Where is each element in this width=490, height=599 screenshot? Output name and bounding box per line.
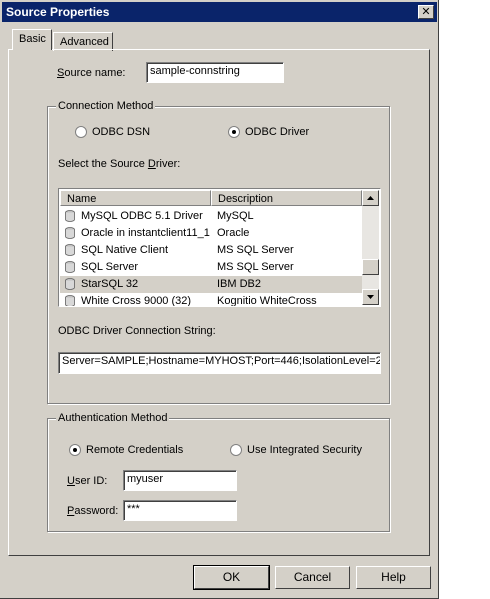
driver-name: Oracle in instantclient11_1 [81, 227, 210, 239]
odbc-dsn-radio[interactable] [75, 126, 87, 138]
connection-method-title: Connection Method [56, 100, 156, 112]
odbc-dsn-label: ODBC DSN [92, 126, 151, 138]
authentication-method-title: Authentication Method [56, 412, 170, 424]
column-header-description[interactable]: Description [211, 190, 362, 206]
driver-description: MS SQL Server [217, 261, 294, 273]
odbc-driver-radio[interactable] [228, 126, 240, 138]
driver-description: IBM DB2 [217, 278, 262, 290]
database-icon [65, 227, 75, 239]
list-item[interactable]: SQL Server MS SQL Server [60, 259, 362, 276]
database-icon [65, 261, 75, 273]
select-driver-label: Select the Source Driver: [58, 158, 181, 170]
ok-button[interactable]: OK [193, 565, 270, 590]
driver-name: White Cross 9000 (32) [81, 295, 192, 307]
scroll-down-button[interactable] [362, 289, 379, 305]
password-label: Password: [67, 505, 119, 517]
window-title: Source Properties [6, 5, 110, 19]
conn-string-input[interactable]: Server=SAMPLE;Hostname=MYHOST;Port=446;I… [58, 352, 381, 374]
driver-description: MySQL [217, 210, 254, 222]
scroll-thumb[interactable] [362, 259, 379, 275]
driver-description: MS SQL Server [217, 244, 294, 256]
conn-string-label: ODBC Driver Connection String: [58, 325, 216, 337]
list-item[interactable]: White Cross 9000 (32) Kognitio WhiteCros… [60, 293, 362, 307]
remote-credentials-radio[interactable] [69, 444, 81, 456]
driver-description: Oracle [217, 227, 250, 239]
driver-description: Kognitio WhiteCross [217, 295, 317, 307]
cancel-button[interactable]: Cancel [275, 566, 350, 589]
driver-list[interactable]: Name Description MySQL ODBC 5.1 Driver M… [58, 188, 381, 307]
tab-basic-label: Basic [19, 33, 46, 45]
driver-name: SQL Native Client [81, 244, 169, 256]
arrow-down-icon [367, 295, 374, 299]
remote-credentials-label: Remote Credentials [86, 444, 184, 456]
driver-name: StarSQL 32 [81, 278, 139, 290]
odbc-driver-label: ODBC Driver [245, 126, 310, 138]
source-name-label: Source name: [57, 67, 126, 79]
arrow-up-icon [367, 196, 374, 200]
userid-input[interactable]: myuser [123, 470, 237, 491]
list-item[interactable]: MySQL ODBC 5.1 Driver MySQL [60, 208, 362, 225]
scroll-up-button[interactable] [362, 190, 379, 206]
userid-label: User ID: [67, 475, 108, 487]
driver-list-header: Name Description [60, 190, 362, 206]
title-bar: Source Properties ✕ [2, 2, 437, 22]
driver-name: MySQL ODBC 5.1 Driver [81, 210, 203, 222]
database-icon [65, 244, 75, 256]
list-item[interactable]: Oracle in instantclient11_1 Oracle [60, 225, 362, 242]
driver-name: SQL Server [81, 261, 139, 273]
tab-basic[interactable]: Basic [12, 29, 52, 50]
integrated-security-radio[interactable] [230, 444, 242, 456]
list-item-selected[interactable]: StarSQL 32 IBM DB2 [60, 276, 362, 293]
help-button[interactable]: Help [356, 566, 431, 589]
password-input[interactable]: *** [123, 500, 237, 521]
database-icon [65, 278, 75, 290]
tab-advanced-label: Advanced [60, 36, 109, 48]
close-button[interactable]: ✕ [418, 5, 434, 19]
list-item[interactable]: SQL Native Client MS SQL Server [60, 242, 362, 259]
integrated-security-label: Use Integrated Security [247, 444, 362, 456]
database-icon [65, 210, 75, 222]
driver-list-scrollbar[interactable] [362, 190, 379, 305]
close-icon: ✕ [421, 6, 431, 18]
database-icon [65, 295, 75, 306]
source-properties-dialog: Source Properties ✕ Basic Advanced Sourc… [0, 0, 439, 599]
source-name-input[interactable]: sample-connstring [146, 62, 284, 83]
column-header-name[interactable]: Name [60, 190, 211, 206]
